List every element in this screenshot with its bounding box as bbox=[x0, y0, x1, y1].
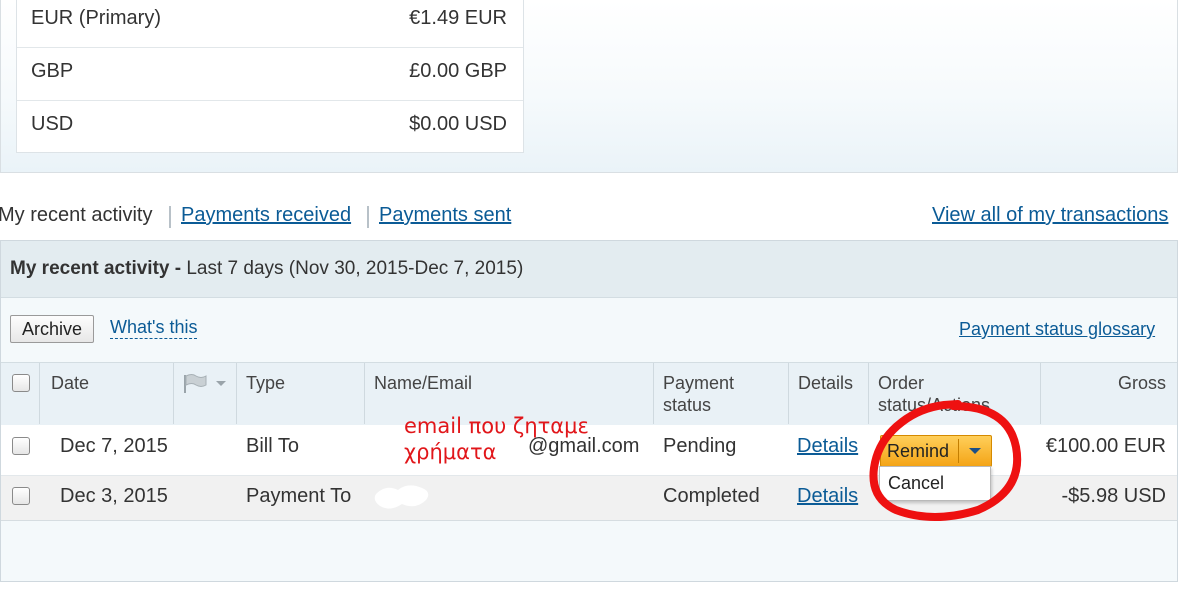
row-details-link[interactable]: Details bbox=[797, 435, 858, 458]
red-circle-annotation bbox=[869, 400, 1022, 521]
balance-amount: €1.49 EUR bbox=[409, 7, 507, 29]
header-name-email[interactable]: Name/Email bbox=[374, 372, 472, 394]
header-date[interactable]: Date bbox=[51, 372, 89, 394]
view-all-transactions-link[interactable]: View all of my transactions bbox=[932, 204, 1168, 227]
redacted-name-scribble bbox=[372, 480, 434, 514]
column-divider bbox=[173, 363, 174, 424]
archive-button[interactable]: Archive bbox=[10, 315, 94, 343]
header-type[interactable]: Type bbox=[246, 372, 285, 394]
balance-row: USD $0.00 USD bbox=[17, 101, 523, 153]
tab-payments-sent[interactable]: Payments sent bbox=[379, 204, 511, 227]
annotation-line1: email που ζηταμε bbox=[404, 414, 589, 438]
row-status: Pending bbox=[663, 435, 737, 457]
column-divider bbox=[788, 363, 789, 424]
header-payment-status-line2[interactable]: status bbox=[663, 394, 711, 416]
row-date: Dec 7, 2015 bbox=[60, 435, 168, 457]
header-payment-status-line1[interactable]: Payment bbox=[663, 372, 734, 394]
row-checkbox[interactable] bbox=[12, 437, 30, 455]
column-divider bbox=[1040, 363, 1041, 424]
row-date: Dec 3, 2015 bbox=[60, 485, 168, 507]
row-type: Bill To bbox=[246, 435, 299, 457]
column-divider bbox=[653, 363, 654, 424]
balance-row: GBP £0.00 GBP bbox=[17, 48, 523, 101]
row-gross: -$5.98 USD bbox=[1061, 485, 1167, 507]
row-checkbox[interactable] bbox=[12, 487, 30, 505]
tab-payments-received[interactable]: Payments received bbox=[181, 204, 351, 227]
header-gross[interactable]: Gross bbox=[1118, 372, 1166, 394]
select-all-checkbox[interactable] bbox=[12, 374, 30, 392]
row-name-email: @gmail.com bbox=[528, 435, 640, 457]
balance-row: EUR (Primary) €1.49 EUR bbox=[17, 0, 523, 48]
row-type: Payment To bbox=[246, 485, 352, 507]
title-date-range: Last 7 days (Nov 30, 2015-Dec 7, 2015) bbox=[181, 258, 524, 279]
flag-filter-icon[interactable] bbox=[182, 373, 230, 395]
column-divider bbox=[236, 363, 237, 424]
header-details: Details bbox=[798, 373, 854, 393]
nav-divider bbox=[367, 206, 369, 228]
whats-this-link[interactable]: What's this bbox=[110, 316, 198, 339]
column-divider bbox=[39, 363, 40, 424]
balance-amount: $0.00 USD bbox=[409, 113, 507, 135]
recent-activity-title: My recent activity - Last 7 days (Nov 30… bbox=[10, 258, 523, 280]
balances-table: EUR (Primary) €1.49 EUR GBP £0.00 GBP US… bbox=[16, 0, 524, 153]
balance-currency: EUR (Primary) bbox=[31, 7, 161, 29]
row-status: Completed bbox=[663, 485, 760, 507]
column-divider bbox=[364, 363, 365, 424]
header-order-status-line1: Order bbox=[878, 373, 925, 393]
balance-currency: USD bbox=[31, 113, 74, 135]
payment-status-glossary-link[interactable]: Payment status glossary bbox=[959, 319, 1155, 340]
annotation-line2: χρήματα bbox=[404, 440, 497, 464]
tab-my-recent-activity: My recent activity bbox=[0, 204, 153, 226]
nav-divider bbox=[169, 206, 171, 228]
row-details-link[interactable]: Details bbox=[797, 485, 858, 508]
balance-currency: GBP bbox=[31, 60, 74, 82]
title-bold: My recent activity - bbox=[10, 258, 182, 279]
row-gross: €100.00 EUR bbox=[1045, 435, 1166, 457]
balance-amount: £0.00 GBP bbox=[409, 60, 507, 82]
